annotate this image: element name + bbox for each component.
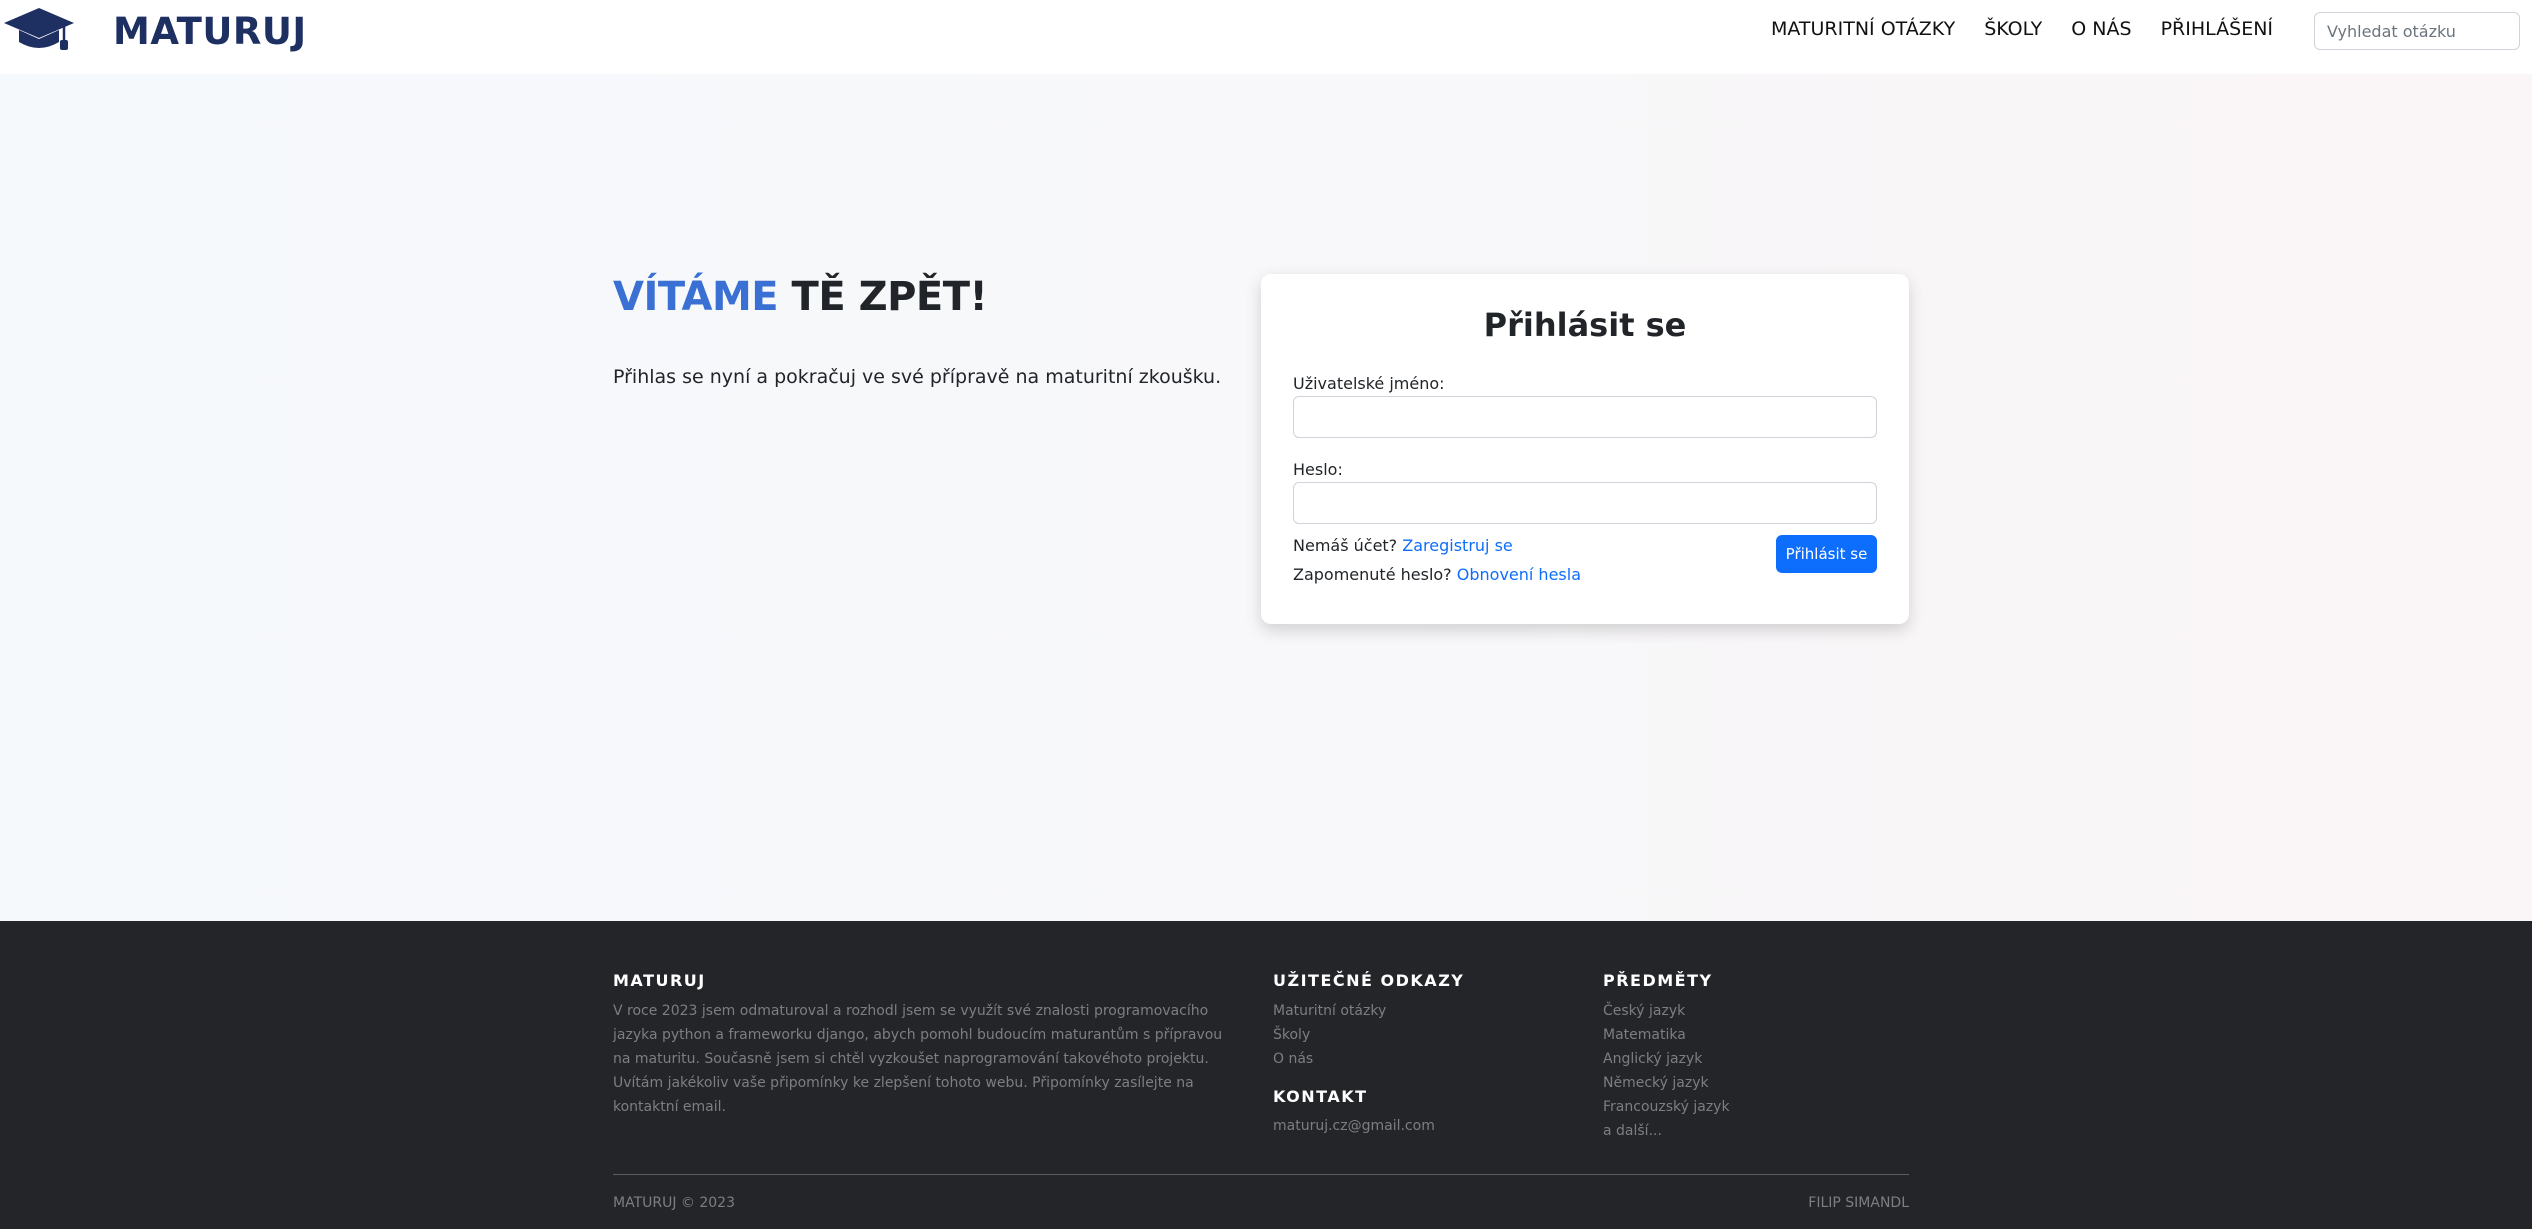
nav-link-schools[interactable]: ŠKOLY xyxy=(1984,18,2042,40)
footer: MATURUJ V roce 2023 jsem odmaturoval a r… xyxy=(0,921,2532,1229)
nav-link-login[interactable]: PŘIHLÁŠENÍ xyxy=(2161,18,2273,40)
welcome-title-rest: TĚ ZPĚT! xyxy=(778,274,988,320)
search-input[interactable] xyxy=(2314,12,2520,50)
forgot-password-line: Zapomenuté heslo? Obnovení hesla xyxy=(1293,565,1581,584)
login-card: Přihlásit se Uživatelské jméno: Heslo: N… xyxy=(1261,274,1909,624)
forgot-password-text: Zapomenuté heslo? xyxy=(1293,565,1457,584)
password-label: Heslo: xyxy=(1293,460,1343,479)
password-field[interactable] xyxy=(1293,482,1877,524)
nav-links: MATURITNÍ OTÁZKY ŠKOLY O NÁS PŘIHLÁŠENÍ xyxy=(1771,18,2302,40)
nav-link-about[interactable]: O NÁS xyxy=(2071,18,2131,40)
footer-subject-german[interactable]: Německý jazyk xyxy=(1603,1071,1730,1095)
username-label: Uživatelské jméno: xyxy=(1293,374,1445,393)
footer-about-heading: MATURUJ xyxy=(613,971,706,990)
footer-contact-email[interactable]: maturuj.cz@gmail.com xyxy=(1273,1114,1435,1138)
footer-link-schools[interactable]: Školy xyxy=(1273,1023,1386,1047)
footer-subject-more[interactable]: a další... xyxy=(1603,1119,1730,1143)
footer-contact-list: maturuj.cz@gmail.com xyxy=(1273,1114,1435,1138)
footer-about-text: V roce 2023 jsem odmaturoval a rozhodl j… xyxy=(613,1003,1223,1115)
register-line: Nemáš účet? Zaregistruj se xyxy=(1293,536,1513,555)
footer-link-questions[interactable]: Maturitní otázky xyxy=(1273,999,1386,1023)
footer-subjects-list: Český jazyk Matematika Anglický jazyk Ně… xyxy=(1603,999,1730,1143)
footer-subject-math[interactable]: Matematika xyxy=(1603,1023,1730,1047)
no-account-text: Nemáš účet? xyxy=(1293,536,1403,555)
footer-link-about[interactable]: O nás xyxy=(1273,1047,1386,1071)
welcome-subtitle: Přihlas se nyní a pokračuj ve své přípra… xyxy=(613,366,1222,388)
welcome-title: VÍTÁME TĚ ZPĚT! xyxy=(613,274,988,320)
footer-subject-czech[interactable]: Český jazyk xyxy=(1603,999,1730,1023)
navbar: MATURUJ MATURITNÍ OTÁZKY ŠKOLY O NÁS PŘI… xyxy=(0,0,2532,74)
username-field[interactable] xyxy=(1293,396,1877,438)
footer-contact-heading: KONTAKT xyxy=(1273,1087,1368,1106)
footer-subjects-heading: PŘEDMĚTY xyxy=(1603,971,1713,990)
register-link[interactable]: Zaregistruj se xyxy=(1402,536,1512,555)
nav-link-questions[interactable]: MATURITNÍ OTÁZKY xyxy=(1771,18,1955,40)
brand-name: MATURUJ xyxy=(113,10,307,53)
graduation-cap-icon xyxy=(4,8,74,50)
login-button[interactable]: Přihlásit se xyxy=(1776,535,1877,573)
footer-links-heading: UŽITEČNÉ ODKAZY xyxy=(1273,971,1465,990)
footer-copyright: MATURUJ © 2023 xyxy=(613,1195,736,1211)
welcome-title-accent: VÍTÁME xyxy=(613,274,779,320)
footer-subject-french[interactable]: Francouzský jazyk xyxy=(1603,1095,1730,1119)
main-section: VÍTÁME TĚ ZPĚT! Přihlas se nyní a pokrač… xyxy=(0,74,2532,921)
login-title: Přihlásit se xyxy=(1483,306,1687,344)
footer-author: FILIP SIMANDL xyxy=(1808,1195,1909,1211)
reset-password-link[interactable]: Obnovení hesla xyxy=(1457,565,1581,584)
footer-subject-english[interactable]: Anglický jazyk xyxy=(1603,1047,1730,1071)
footer-links-list: Maturitní otázky Školy O nás xyxy=(1273,999,1386,1071)
footer-divider xyxy=(613,1174,1909,1175)
